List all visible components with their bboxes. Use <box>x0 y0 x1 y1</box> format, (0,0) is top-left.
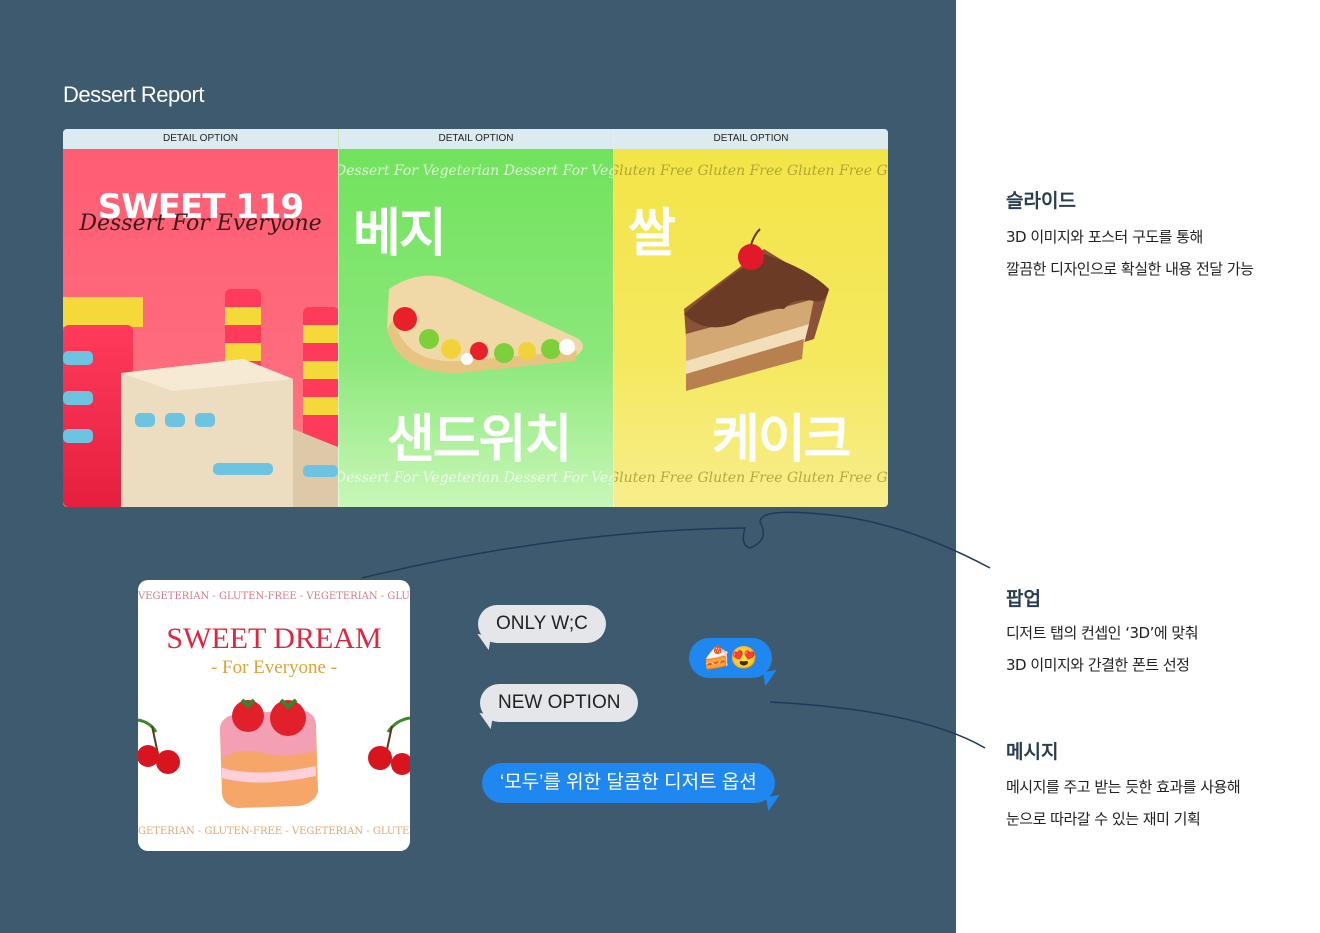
popup-ticker-bottom: GETERIAN - GLUTEN-FREE - VEGETERIAN - GL… <box>138 826 410 837</box>
section-line: 3D 이미지와 포스터 구도를 통해 <box>1006 228 1203 246</box>
detail-option-tab[interactable]: DETAIL OPTION <box>339 129 613 149</box>
cake-strawberry-illustration <box>138 698 410 808</box>
slide-sweet-119[interactable]: DETAIL OPTION SWEET 119 Dessert For Ever… <box>63 129 338 507</box>
slide-veggie-sandwich[interactable]: DETAIL OPTION Dessert For Vegeterian Des… <box>338 129 613 507</box>
section-title-slide: 슬라이드 <box>1006 190 1076 212</box>
message-text: ONLY W;C <box>496 613 588 634</box>
message-new-option: NEW OPTION <box>476 684 639 730</box>
detail-option-tab[interactable]: DETAIL OPTION <box>614 129 888 149</box>
section-title-popup: 팝업 <box>1006 588 1041 610</box>
section-line: 깔끔한 디자인으로 확실한 내용 전달 가능 <box>1006 260 1254 278</box>
message-emoji: 🍰😍 <box>689 638 779 687</box>
slide-top-word: 쌀 <box>628 204 676 264</box>
section-line: 눈으로 따라갈 수 있는 재미 기획 <box>1006 810 1201 828</box>
section-line: 3D 이미지와 간결한 폰트 선정 <box>1006 656 1190 674</box>
section-line: 메시지를 주고 받는 듯한 효과를 사용해 <box>1006 778 1241 796</box>
message-dessert-option: ‘모두’를 위한 달콤한 디저트 옵션 <box>482 763 782 812</box>
ticker-top: Dessert For Vegeterian Dessert For Veget… <box>338 163 613 179</box>
detail-option-tab[interactable]: DETAIL OPTION <box>63 129 338 149</box>
factory-illustration <box>63 289 338 507</box>
emoji-text: 🍰😍 <box>703 645 758 670</box>
slide-rice-cake[interactable]: DETAIL OPTION Gluten Free Gluten Free Gl… <box>613 129 888 507</box>
report-title: Dessert Report <box>63 82 204 107</box>
message-text: ‘모두’를 위한 달콤한 디저트 옵션 <box>500 772 757 793</box>
message-text: NEW OPTION <box>498 692 621 713</box>
ticker-bottom: Dessert For Vegeterian Dessert For Veget… <box>338 470 613 486</box>
slide-carousel[interactable]: DETAIL OPTION SWEET 119 Dessert For Ever… <box>63 129 888 507</box>
slide-top-word: 베지 <box>353 204 447 264</box>
section-line: 디저트 탭의 컨셉인 ‘3D’에 맞춰 <box>1006 624 1199 642</box>
section-title-message: 메시지 <box>1006 741 1059 763</box>
message-only-wc: ONLY W;C <box>474 605 606 651</box>
popup-card[interactable]: VEGETERIAN - GLUTEN-FREE - VEGETERIAN - … <box>138 580 410 851</box>
slide-subtitle: Dessert For Everyone <box>79 211 322 236</box>
ticker-bottom: Gluten Free Gluten Free Gluten Free Glut… <box>614 470 888 486</box>
slide-bottom-word: 케이크 <box>712 410 852 470</box>
slide-bottom-word: 샌드위치 <box>387 410 572 470</box>
ticker-top: Gluten Free Gluten Free Gluten Free Glut… <box>614 163 888 179</box>
